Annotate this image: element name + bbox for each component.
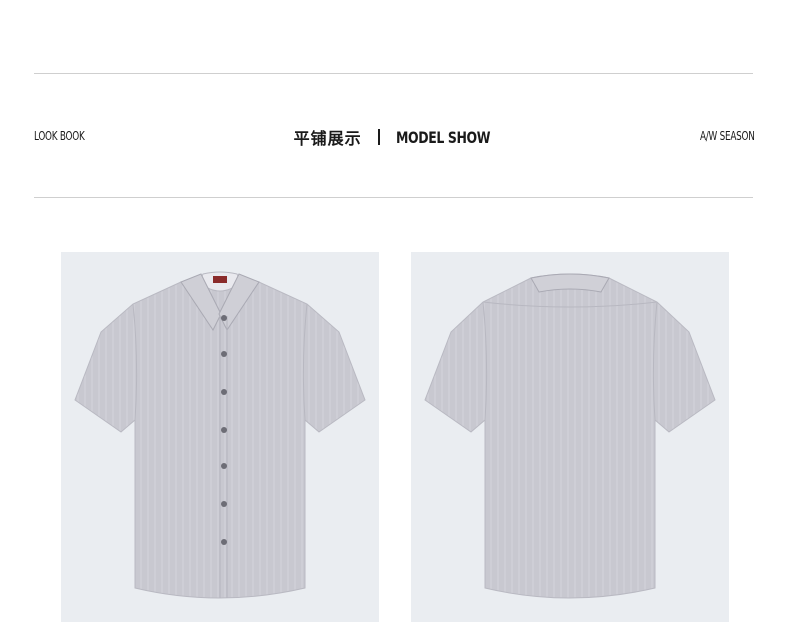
shirt-front-image xyxy=(61,252,379,622)
brand-tag xyxy=(213,276,227,283)
shirt-back-image xyxy=(411,252,729,622)
bottom-divider-line xyxy=(34,197,753,198)
section-title: 平铺展示 MODEL SHOW xyxy=(0,125,790,149)
top-divider-line xyxy=(34,73,753,74)
title-separator xyxy=(377,129,380,145)
title-english: MODEL SHOW xyxy=(395,127,491,147)
season-label: A/W SEASON xyxy=(700,129,755,143)
title-chinese: 平铺展示 xyxy=(293,129,362,148)
